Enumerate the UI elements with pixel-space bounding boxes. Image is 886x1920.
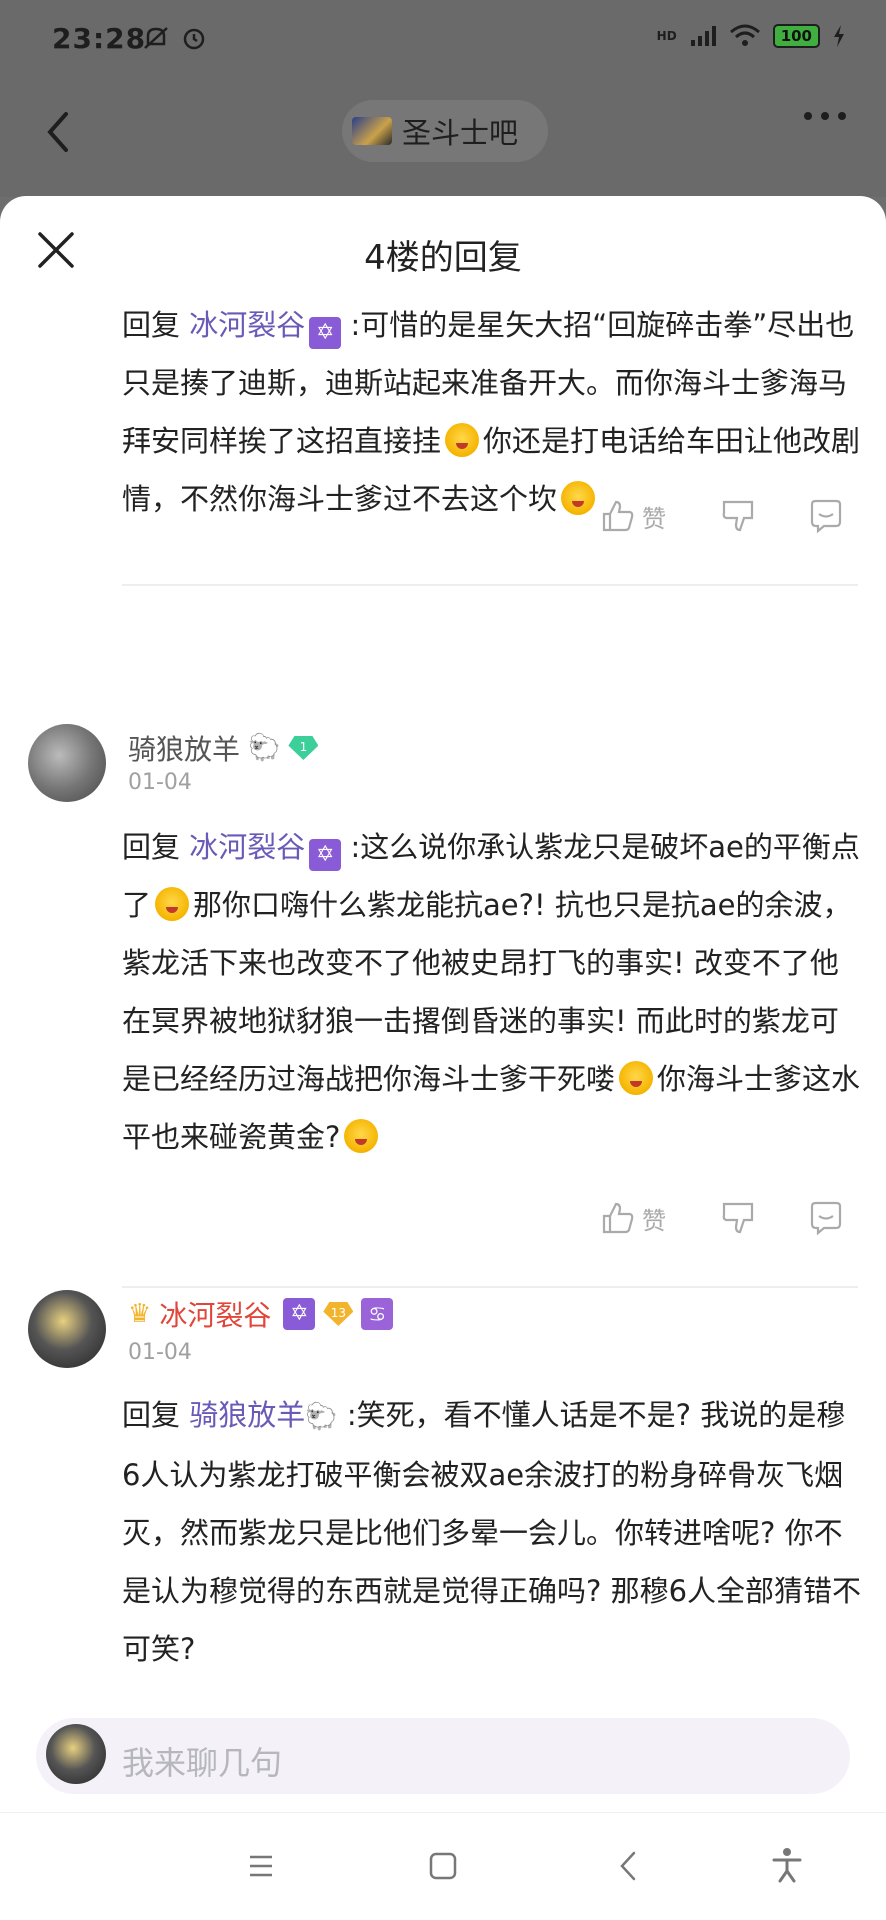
top-nav: 圣斗士吧 (0, 82, 886, 197)
crown-icon: ♛ (128, 1299, 152, 1329)
emoji-icon (155, 887, 190, 921)
network-type: HD (656, 29, 677, 43)
mention-name: 冰河裂谷 (189, 830, 306, 864)
mute-icon (144, 27, 168, 49)
back-button[interactable] (38, 102, 78, 162)
user-name-text: 冰河裂谷 (159, 1299, 272, 1332)
forum-name: 圣斗士吧 (402, 116, 519, 150)
home-icon[interactable] (418, 1841, 468, 1891)
comment-input-placeholder[interactable]: 我来聊几句 (122, 1738, 282, 1784)
thumbs-up-icon (602, 1202, 634, 1234)
charging-icon (834, 25, 844, 47)
zodiac-icon: ♋ (361, 1298, 394, 1330)
reply-content: 回复 骑狼放羊🐑 :笑死，看不懂人话是不是? 我说的是穆6人认为紫龙打破平衡会被… (122, 1386, 862, 1678)
forum-pill[interactable]: 圣斗士吧 (342, 100, 548, 162)
comment-icon[interactable] (808, 1200, 844, 1236)
more-menu-button[interactable] (804, 112, 846, 120)
mention-name: 冰河裂谷 (189, 308, 306, 342)
signal-icon (690, 26, 716, 46)
alarm-icon (183, 28, 205, 50)
mention-link[interactable]: 冰河裂谷 ✡ (189, 830, 342, 871)
reply-actions: 赞 (600, 1200, 870, 1250)
reply-sheet: 4楼的回复 回复 冰河裂谷 ✡ :可惜的是星矢大招“回旋碎击拳”尽出也只是揍了迪斯… (0, 196, 886, 1724)
level-badge-icon: 1 (288, 736, 319, 760)
reply-content: 回复 冰河裂谷 ✡ :这么说你承认紫龙只是破坏ae的平衡点了 那你口嗨什么紫龙能抗a… (122, 818, 862, 1166)
emoji-icon (561, 481, 596, 515)
like-label: 赞 (642, 504, 666, 533)
divider (122, 584, 858, 586)
avatar[interactable] (28, 1290, 106, 1368)
mention-link[interactable]: 冰河裂谷 ✡ (189, 308, 342, 349)
reply-text: :笑死，看不懂人话是不是? 我说的是穆6人认为紫龙打破平衡会被双ae余波打的粉身… (122, 1398, 862, 1666)
emoji-icon (344, 1119, 379, 1153)
status-left-icons (142, 24, 208, 52)
menu-icon[interactable] (236, 1841, 286, 1891)
reply-prefix: 回复 (122, 1398, 181, 1432)
status-time: 23:28 (52, 22, 147, 55)
input-bar: 我来聊几句 (0, 1700, 886, 1812)
input-avatar (46, 1724, 106, 1784)
star-badge-icon: ✡ (309, 317, 342, 349)
dot-icon (821, 112, 829, 120)
like-button[interactable]: 赞 (600, 1200, 666, 1236)
user-name[interactable]: ♛ 冰河裂谷 ✡ 13 ♋ (128, 1294, 394, 1334)
level-text: 1 (299, 740, 308, 754)
thumbs-up-icon (602, 500, 634, 532)
sheet-title: 4楼的回复 (364, 238, 522, 278)
emoji-icon (445, 423, 480, 457)
star-badge-icon: ✡ (309, 839, 342, 871)
emoji-icon (619, 1061, 654, 1095)
level-badge-icon: 13 (323, 1302, 354, 1326)
reply-prefix: 回复 (122, 308, 181, 342)
system-nav-bar (0, 1812, 886, 1920)
wifi-icon (729, 24, 760, 46)
like-label: 赞 (642, 1206, 666, 1235)
user-name[interactable]: 骑狼放羊 🐑 1 (128, 728, 319, 768)
status-bar: 23:28 HD 100 (0, 0, 886, 82)
user-name-text: 骑狼放羊 (128, 733, 241, 766)
level-text: 13 (330, 1306, 346, 1320)
thumbs-down-icon[interactable] (720, 1200, 756, 1236)
avatar[interactable] (28, 724, 106, 802)
mention-link[interactable]: 骑狼放羊🐑 (189, 1398, 337, 1432)
status-right: HD 100 (657, 24, 846, 48)
forum-logo (352, 117, 392, 145)
reply-content: 回复 冰河裂谷 ✡ :可惜的是星矢大招“回旋碎击拳”尽出也只是揍了迪斯，迪斯站起来… (122, 296, 862, 528)
comment-icon[interactable] (808, 498, 844, 534)
sheep-icon: 🐑 (248, 733, 281, 763)
post-date: 01-04 (128, 770, 192, 795)
sheep-icon: 🐑 (305, 1402, 338, 1432)
dot-icon (838, 112, 846, 120)
post-date: 01-04 (128, 1340, 192, 1365)
reply-prefix: 回复 (122, 830, 181, 864)
back-nav-icon[interactable] (604, 1841, 654, 1891)
divider (122, 1286, 858, 1288)
battery-indicator: 100 (772, 24, 820, 48)
dot-icon (804, 112, 812, 120)
star-badge-icon: ✡ (283, 1298, 316, 1330)
thumbs-down-icon[interactable] (720, 498, 756, 534)
accessibility-icon[interactable] (762, 1841, 812, 1891)
mention-name: 骑狼放羊 (189, 1398, 306, 1432)
reply-actions: 赞 (600, 498, 870, 548)
like-button[interactable]: 赞 (600, 498, 666, 534)
